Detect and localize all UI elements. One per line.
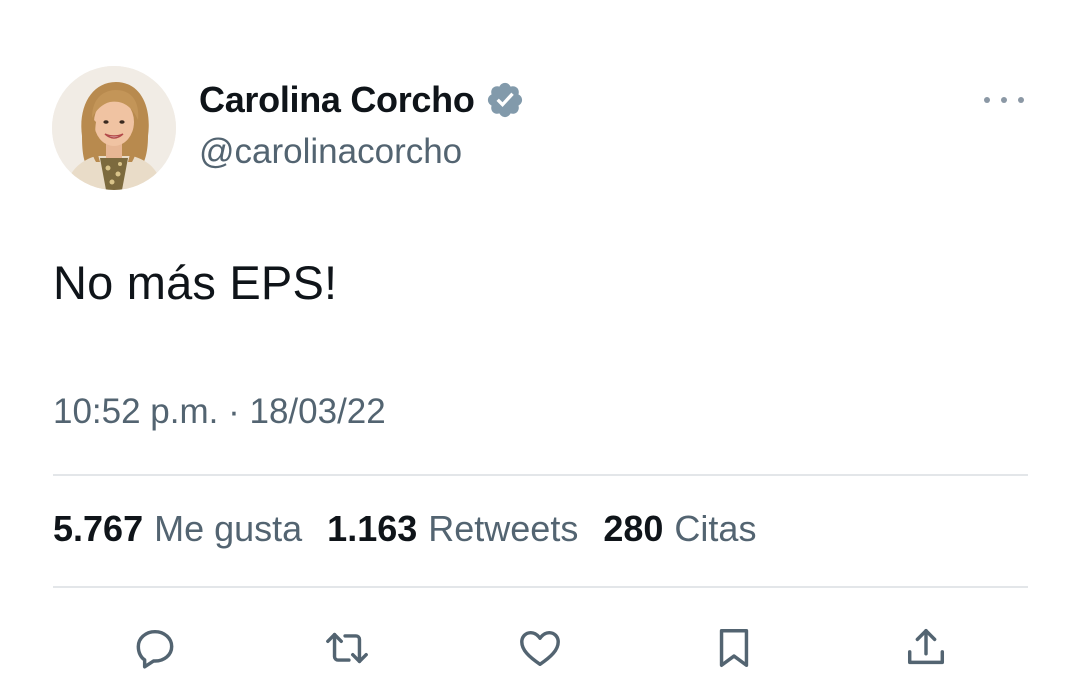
more-options-icon[interactable] <box>984 90 1024 110</box>
likes-label: Me gusta <box>154 508 303 549</box>
verified-badge-icon <box>485 80 525 120</box>
more-dot <box>984 97 990 103</box>
divider <box>53 586 1028 588</box>
share-button[interactable] <box>900 622 952 674</box>
retweets-label: Retweets <box>428 508 579 549</box>
divider <box>53 474 1028 476</box>
tweet-card: Carolina Corcho @carolinacorcho No más E… <box>0 0 1080 699</box>
quotes-stat[interactable]: 280 Citas <box>603 508 756 550</box>
reply-icon <box>136 629 174 669</box>
more-dot <box>1018 97 1024 103</box>
avatar-image <box>52 66 176 190</box>
likes-stat[interactable]: 5.767 Me gusta <box>53 508 302 550</box>
quotes-label: Citas <box>674 508 757 549</box>
likes-count: 5.767 <box>53 508 144 549</box>
bookmark-button[interactable] <box>708 622 760 674</box>
retweet-icon <box>326 632 368 664</box>
share-icon <box>907 629 945 665</box>
retweets-count: 1.163 <box>327 508 418 549</box>
more-dot <box>1001 97 1007 103</box>
engagement-stats: 5.767 Me gusta 1.163 Retweets 280 Citas <box>53 508 781 550</box>
reply-button[interactable] <box>129 622 181 674</box>
like-button[interactable] <box>514 622 566 674</box>
avatar[interactable] <box>52 66 176 190</box>
bookmark-icon <box>719 629 749 667</box>
user-handle[interactable]: @carolinacorcho <box>199 132 462 172</box>
display-name[interactable]: Carolina Corcho <box>199 79 475 121</box>
action-bar <box>0 622 1080 678</box>
retweet-button[interactable] <box>321 622 373 674</box>
tweet-timestamp[interactable]: 10:52 p.m. · 18/03/22 <box>53 392 386 432</box>
quotes-count: 280 <box>603 508 664 549</box>
like-heart-icon <box>520 630 560 667</box>
author-name-row: Carolina Corcho <box>199 76 525 124</box>
tweet-text: No más EPS! <box>53 256 338 309</box>
retweets-stat[interactable]: 1.163 Retweets <box>327 508 578 550</box>
